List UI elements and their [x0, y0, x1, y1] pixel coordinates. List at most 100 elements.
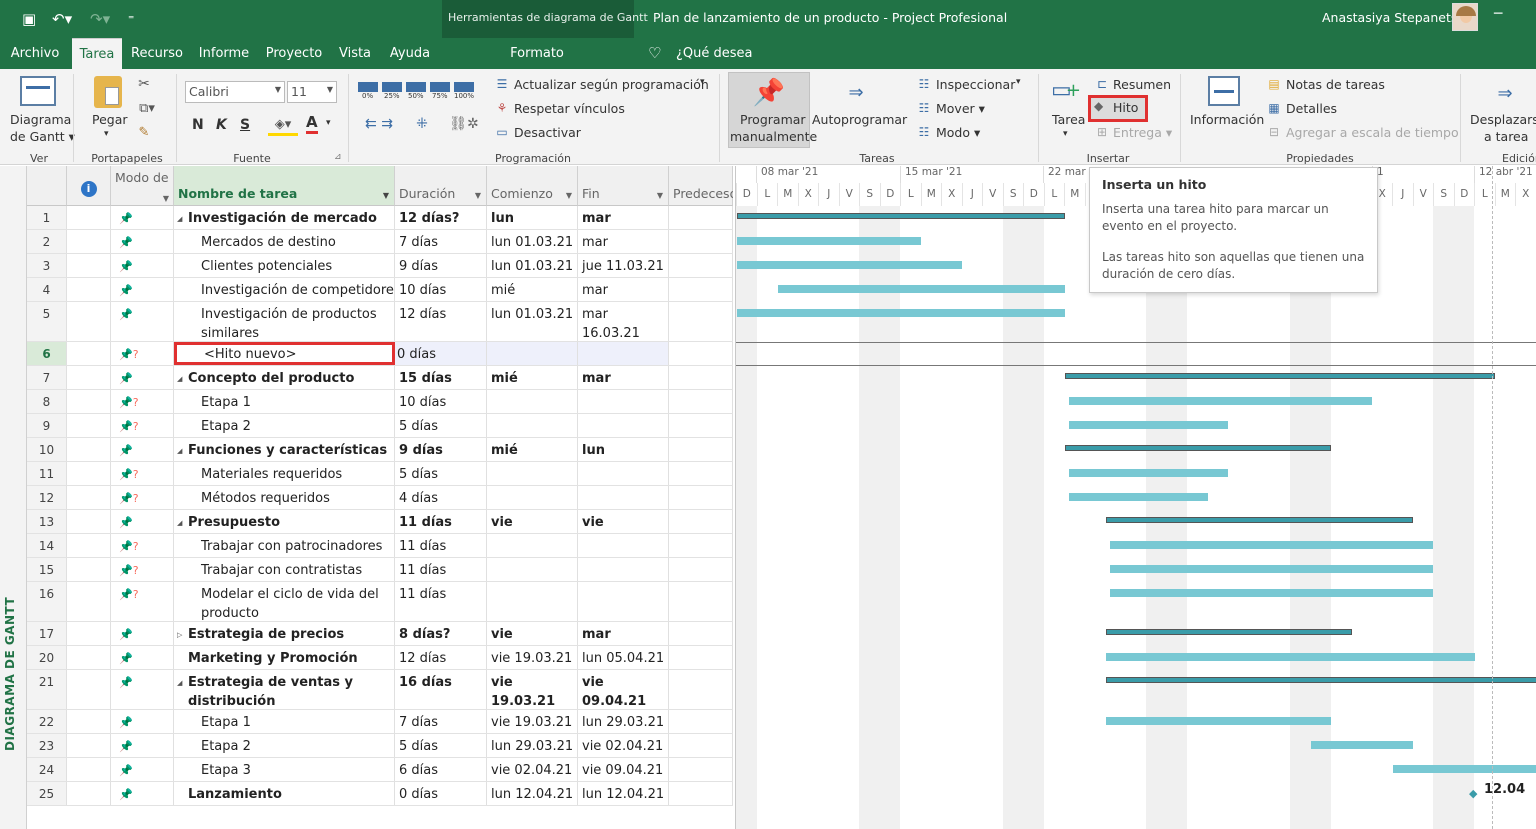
finish-cell[interactable]: mar 16.03.21	[578, 302, 669, 341]
predecessors-cell[interactable]	[669, 342, 733, 365]
start-cell[interactable]: mié 17.03.21	[487, 366, 578, 389]
indicator-cell[interactable]	[67, 758, 111, 781]
select-all-corner[interactable]	[27, 166, 67, 206]
finish-cell[interactable]	[578, 582, 669, 621]
task-name-cell[interactable]: ◢ Funciones y características	[174, 438, 395, 461]
summary-task-bar[interactable]	[736, 213, 1065, 219]
row-number[interactable]: 3	[27, 254, 67, 277]
table-row[interactable]: 22 📌 Etapa 1 7 días vie 19.03.21 lun 29.03.21	[27, 710, 733, 734]
start-cell[interactable]: mié 17.03.21	[487, 438, 578, 461]
table-row[interactable]: 25 📌 Lanzamiento 0 días lun 12.04.21 lun 12.0…	[27, 782, 733, 806]
indicator-cell[interactable]	[67, 710, 111, 733]
start-column-header[interactable]: Comienzo ▼	[487, 166, 578, 206]
font-color-button[interactable]: A	[306, 114, 318, 134]
task-mode-cell[interactable]: 📌	[111, 254, 174, 277]
duration-cell[interactable]: 6 días	[395, 758, 487, 781]
table-row[interactable]: 20 📌 Marketing y Promoción 12 días vie 19.03…	[27, 646, 733, 670]
update-schedule-button[interactable]: Actualizar según programación	[514, 77, 709, 92]
summary-task-bar[interactable]	[1105, 517, 1413, 523]
task-name-cell[interactable]: Etapa 1	[174, 710, 395, 733]
tab-proyecto[interactable]: Proyecto	[262, 38, 326, 69]
minimize-icon[interactable]: ─	[1494, 6, 1502, 22]
start-cell[interactable]: vie 19.03.21	[487, 670, 578, 709]
finish-cell[interactable]: vie 09.04.21	[578, 758, 669, 781]
insert-task-icon[interactable]: ▭ +	[1050, 76, 1082, 104]
predecessors-cell[interactable]	[669, 670, 733, 709]
duration-cell[interactable]: 8 días?	[395, 622, 487, 645]
task-name-cell[interactable]: Clientes potenciales	[174, 254, 395, 277]
indicator-cell[interactable]	[67, 342, 111, 365]
start-cell[interactable]: lun 01.03.21	[487, 302, 578, 341]
undo-icon[interactable]: ↶▾	[52, 0, 72, 38]
finish-cell[interactable]: mar 09.03.21	[578, 230, 669, 253]
bold-button[interactable]: N	[192, 117, 204, 133]
duration-cell[interactable]: 0 días	[395, 782, 487, 805]
finish-cell[interactable]: vie 02.04.21	[578, 510, 669, 533]
duration-cell[interactable]: 5 días	[395, 414, 487, 437]
task-bar[interactable]	[736, 261, 962, 269]
highlight-color-icon[interactable]: ◈▾	[268, 116, 298, 136]
info-column-header[interactable]: i	[67, 166, 111, 206]
table-row[interactable]: 2 📌 Mercados de destino 7 días lun 01.03.21 m…	[27, 230, 733, 254]
indicator-cell[interactable]	[67, 254, 111, 277]
task-mode-cell[interactable]: 📌	[111, 366, 174, 389]
table-row[interactable]: 7 📌 ◢ Concepto del producto 15 díasmié 17.03…	[27, 366, 733, 390]
start-cell[interactable]: lun 01.03.21	[487, 206, 578, 229]
row-number[interactable]: 24	[27, 758, 67, 781]
table-row[interactable]: 11 📌? Materiales requeridos 5 días	[27, 462, 733, 486]
predecessors-cell[interactable]	[669, 558, 733, 581]
task-notes-icon[interactable]: ▤	[1266, 77, 1282, 91]
indicator-cell[interactable]	[67, 622, 111, 645]
table-row[interactable]: 5 📌 Investigación de productos similares 12 …	[27, 302, 733, 342]
duration-cell[interactable]: 9 días	[395, 438, 487, 461]
start-cell[interactable]	[487, 342, 578, 365]
start-cell[interactable]: lun 01.03.21	[487, 254, 578, 277]
start-cell[interactable]	[487, 462, 578, 485]
task-name-cell[interactable]: Trabajar con patrocinadores	[174, 534, 395, 557]
row-number[interactable]: 13	[27, 510, 67, 533]
predecessors-cell[interactable]	[669, 510, 733, 533]
finish-cell[interactable]	[578, 558, 669, 581]
font-size-select[interactable]: 11 ▼	[287, 81, 337, 103]
task-bar[interactable]	[1068, 469, 1229, 477]
finish-cell[interactable]: mar 16.03.21	[578, 278, 669, 301]
summary-task-bar[interactable]	[1064, 373, 1495, 379]
predecessors-cell[interactable]	[669, 710, 733, 733]
row-number[interactable]: 16	[27, 582, 67, 621]
task-mode-cell[interactable]: 📌?	[111, 342, 174, 365]
task-bar[interactable]	[1068, 493, 1208, 501]
predecessors-cell[interactable]	[669, 438, 733, 461]
tab-recurso[interactable]: Recurso	[128, 38, 186, 69]
summary-task-bar[interactable]	[1064, 445, 1331, 451]
font-family-select[interactable]: Calibri ▼	[185, 81, 285, 103]
task-mode-cell[interactable]: 📌	[111, 510, 174, 533]
deactivate-button[interactable]: Desactivar	[514, 125, 581, 140]
predecessors-cell[interactable]	[669, 782, 733, 805]
italic-button[interactable]: K	[216, 117, 227, 133]
row-number[interactable]: 2	[27, 230, 67, 253]
summary-button[interactable]: Resumen	[1113, 77, 1171, 92]
table-row[interactable]: 23 📌 Etapa 2 5 días lun 29.03.21 vie 02.04.21	[27, 734, 733, 758]
predecessors-cell[interactable]	[669, 582, 733, 621]
start-cell[interactable]: vie 19.03.21	[487, 510, 578, 533]
paste-dropdown-icon[interactable]: ▾	[104, 129, 109, 139]
duration-cell[interactable]: 7 días	[395, 230, 487, 253]
finish-cell[interactable]: lun 05.04.21	[578, 646, 669, 669]
predecessors-cell[interactable]	[669, 230, 733, 253]
predecessors-cell[interactable]	[669, 462, 733, 485]
auto-schedule-icon[interactable]: ⇒	[840, 80, 872, 104]
format-painter-icon[interactable]: ✎	[136, 124, 152, 140]
task-mode-cell[interactable]: 📌	[111, 278, 174, 301]
row-number[interactable]: 15	[27, 558, 67, 581]
indicator-cell[interactable]	[67, 734, 111, 757]
progress-25-icon[interactable]	[382, 82, 402, 92]
task-name-cell[interactable]: Etapa 1	[174, 390, 395, 413]
finish-cell[interactable]: mar 16.03.21	[578, 206, 669, 229]
predecessors-cell[interactable]	[669, 254, 733, 277]
avatar[interactable]	[1452, 3, 1478, 31]
task-mode-cell[interactable]: 📌	[111, 622, 174, 645]
duration-cell[interactable]: 11 días	[395, 582, 487, 621]
predecessors-cell[interactable]	[669, 534, 733, 557]
task-mode-cell[interactable]: 📌	[111, 646, 174, 669]
predecessors-column-header[interactable]: Predeceso	[669, 166, 733, 206]
